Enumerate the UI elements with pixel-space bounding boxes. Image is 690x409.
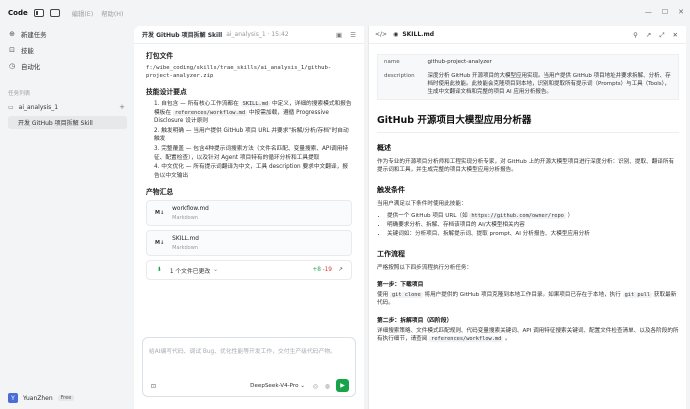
sidebar-item-active-task[interactable]: 开发 GitHub 项目拆解 Skill <box>8 116 127 129</box>
lines-removed: -19 <box>322 267 332 274</box>
preview-icon[interactable]: ◉ <box>393 31 398 38</box>
app-window: Code 编辑(E) 帮助(H) — ☐ ✕ ⊕ 新建任务 ⊡ 技能 ◷ 自动化 任务… <box>0 0 690 409</box>
sidebar-toggle-icon[interactable] <box>33 9 44 17</box>
step2-heading: 第二步：拆解项目（四阶段） <box>377 317 453 324</box>
changes-card[interactable]: ⬇ 1 个文件已更改 ⌄ +8 -19 ↗ <box>146 260 352 281</box>
new-task-icon: ⊕ <box>9 30 15 38</box>
overview-heading: 概述 <box>377 144 391 152</box>
automation-icon: ◷ <box>8 62 16 70</box>
user-name: YuanZhen <box>23 394 53 402</box>
maximize-icon[interactable]: ☐ <box>662 8 668 16</box>
step2-text: 详细搜索策略、文件模式匹配规则、代码变量搜索关键词、API 调用特征搜索关键词、… <box>377 327 679 343</box>
list-item: 明确要求分析、拆解、存档该项目的 AI/大模型相关内容 <box>387 221 679 230</box>
close-icon[interactable]: ✕ <box>673 31 678 40</box>
chevron-down-icon: ⌄ <box>213 267 219 274</box>
avatar: Y <box>8 393 18 403</box>
step1-heading: 第一步：下载项目 <box>377 282 424 289</box>
model-selector[interactable]: DeepSeek-V4-Pro ⌄ <box>250 383 305 389</box>
input-placeholder: 给AI编写代码、调试 Bug、优化性能等开发工作，交付生产级代码产物。 <box>149 349 336 355</box>
chat-title: 开发 GitHub 项目拆解 Skill <box>142 32 223 39</box>
chat-header: 开发 GitHub 项目拆解 Skill ai_analysis_1 · 15:… <box>134 26 364 44</box>
file-type: Markdown <box>172 214 198 221</box>
trigger-heading: 触发条件 <box>377 185 405 194</box>
trigger-list: 提供一个 GitHub 项目 URL（如 https://github.com/… <box>377 212 679 239</box>
open-external-icon[interactable]: ↗ <box>646 31 651 40</box>
chat-panel: 开发 GitHub 项目拆解 Skill ai_analysis_1 · 15:… <box>134 26 364 409</box>
list-item: 4. 中文优化 — 所有提示词翻译为中文，工具 description 要求中文… <box>154 164 348 179</box>
frontmatter-table: name github-project-analyzer description 深… <box>377 54 679 100</box>
sidebar-item-automation[interactable]: ◷ 自动化 <box>0 58 133 74</box>
task-group-label: ai_analysis_1 <box>18 103 59 111</box>
terminal-icon[interactable]: ▣ <box>336 31 342 39</box>
chat-input[interactable]: 给AI编写代码、调试 Bug、优化性能等开发工作，交付生产级代码产物。 ⊡ De… <box>142 337 356 397</box>
list-item: 3. 完整覆盖 — 包含4种提示词搜索方法（文件名匹配、变量搜索、API调用特征… <box>154 145 349 161</box>
doc-title: GitHub 开源项目大模型应用分析器 <box>377 112 679 133</box>
summary-heading: 产物汇总 <box>146 188 174 197</box>
file-card-skill[interactable]: M↓ SKILL.md Markdown <box>146 230 352 257</box>
code-icon[interactable]: </> <box>375 31 387 38</box>
file-card-workflow[interactable]: M↓ workflow.md Markdown <box>146 200 352 227</box>
workflow-heading: 工作流程 <box>377 249 405 258</box>
markdown-icon: M↓ <box>155 210 165 217</box>
design-points: 1. 自包含 — 所有核心工作流都在 SKILL.md 中定义，详细的搜索模式和… <box>146 100 352 180</box>
trigger-intro: 当用户满足以下条件时使用此技能： <box>377 200 467 207</box>
overview-text: 作为专业的开源项目分析师和工程实现分析专家，对 GitHub 上的开源大模型项目… <box>377 159 675 174</box>
task-group[interactable]: ▭ ai_analysis_1 + <box>0 100 133 114</box>
sidebar-item-new-task[interactable]: ⊕ 新建任务 <box>0 26 133 42</box>
doc-header: </> ◉ SKILL.md ⚲ ↗ ⤢ ✕ <box>369 26 686 44</box>
document-panel: </> ◉ SKILL.md ⚲ ↗ ⤢ ✕ name github-project-a… <box>368 26 686 409</box>
close-icon[interactable]: ✕ <box>678 8 684 16</box>
design-heading: 技能设计要点 <box>146 88 187 96</box>
plan-badge: Free <box>57 395 75 401</box>
list-item: 提供一个 GitHub 项目 URL（如 https://github.com/… <box>387 212 679 221</box>
changes-label: 1 个文件已更改 <box>169 268 211 275</box>
download-icon: ⬇ <box>157 267 162 274</box>
mic-icon[interactable]: ◍ <box>325 383 330 390</box>
title-bar: Code 编辑(E) 帮助(H) — ☐ ✕ <box>0 0 690 26</box>
markdown-icon: M↓ <box>155 240 165 247</box>
open-arrow-icon[interactable]: ↗ <box>338 267 343 273</box>
skills-label: 技能 <box>21 46 34 55</box>
chat-messages: 打包文件 f:/wibe_coding/skills/trae_skills/a… <box>134 44 364 332</box>
panel-icon[interactable] <box>49 9 60 17</box>
list-item: 2. 触发明确 — 当用户提供 GitHub 项目 URL 并要求"拆解/分析/… <box>154 127 349 143</box>
menu-edit[interactable]: 编辑(E) <box>72 9 94 18</box>
table-row: name github-project-analyzer <box>384 59 492 65</box>
add-task-icon[interactable]: + <box>119 103 125 111</box>
file-type: Markdown <box>172 244 198 251</box>
doc-filename: SKILL.md <box>402 31 435 38</box>
new-task-label: 新建任务 <box>21 30 47 39</box>
skills-icon: ⊡ <box>9 46 15 54</box>
send-button[interactable]: ▶ <box>336 379 349 392</box>
doc-content: name github-project-analyzer description 深… <box>369 44 687 409</box>
list-item: 1. 自包含 — 所有核心工作流都在 SKILL.md 中定义，详细的搜索模式和… <box>154 101 352 125</box>
lines-added: +8 <box>312 267 321 274</box>
automation-label: 自动化 <box>21 62 41 71</box>
menu-help[interactable]: 帮助(H) <box>101 9 123 18</box>
sidebar-item-skills[interactable]: ⊡ 技能 <box>0 42 133 58</box>
minimize-icon[interactable]: — <box>645 8 652 16</box>
user-profile[interactable]: Y YuanZhen Free <box>8 393 75 403</box>
folder-icon: ▭ <box>8 103 14 111</box>
chat-subtitle: ai_analysis_1 · 15:42 <box>226 31 289 38</box>
settings-icon[interactable]: ◎ <box>313 383 318 390</box>
workflow-intro: 严格按照以下四步流程执行分析任务： <box>377 264 473 271</box>
package-path: f:/wibe_coding/skills/trae_skills/ai_ana… <box>146 65 332 79</box>
package-heading: 打包文件 <box>146 52 174 60</box>
step1-text: 使用 git clone 将用户提供的 GitHub 项目克隆到本地工作目录。如… <box>377 292 677 307</box>
sidebar: ⊕ 新建任务 ⊡ 技能 ◷ 自动化 任务列表 ▭ ai_analysis_1 + 开发… <box>0 26 133 409</box>
file-name: workflow.md <box>172 205 209 212</box>
attach-icon[interactable]: ⊡ <box>151 383 156 390</box>
app-logo: Code <box>8 9 28 17</box>
task-list-heading: 任务列表 <box>8 91 31 97</box>
expand-icon[interactable]: ⤢ <box>659 31 664 40</box>
menu-icon[interactable]: ☰ <box>350 31 356 39</box>
file-name: SKILL.md <box>172 235 199 242</box>
table-row: description 深度分析 GitHub 开源项目的大模型应用实现。当用户提… <box>384 73 671 95</box>
pin-icon[interactable]: ⚲ <box>633 31 638 40</box>
list-item: 关键词如：分析项目、拆解提示词、提取 prompt、AI 分析报告、大模型应用分… <box>387 230 679 239</box>
